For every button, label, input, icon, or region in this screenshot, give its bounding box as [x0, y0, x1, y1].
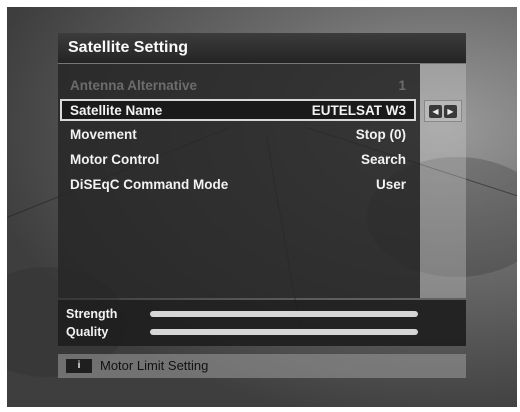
menu-row-label: DiSEqC Command Mode	[70, 177, 229, 192]
info-key-icon[interactable]: i	[66, 359, 92, 373]
signal-panel: Strength Quality	[58, 300, 466, 346]
left-right-selector[interactable]: ◀ ▶	[424, 100, 462, 122]
strength-bar	[150, 311, 418, 317]
footer-hint-bar: i Motor Limit Setting	[58, 354, 466, 378]
page-title: Satellite Setting	[68, 39, 189, 56]
menu-row-value: 1	[398, 78, 406, 93]
menu-row-value: User	[375, 177, 406, 192]
left-arrow-icon[interactable]: ◀	[429, 104, 442, 118]
strength-label: Strength	[66, 307, 118, 321]
quality-bar	[150, 329, 418, 335]
right-arrow-icon[interactable]: ▶	[444, 104, 457, 118]
menu-row-label: Motor Control	[70, 152, 160, 167]
footer-hint-label: Motor Limit Setting	[100, 358, 209, 373]
menu-row-motor-control[interactable]: Motor Control Search	[60, 148, 416, 170]
menu-row-value: EUTELSAT W3	[311, 103, 406, 118]
menu-row-diseqc-command-mode[interactable]: DiSEqC Command Mode User	[60, 173, 416, 195]
quality-label: Quality	[66, 325, 109, 339]
menu-row-value: Search	[360, 152, 406, 167]
menu-row-label: Movement	[70, 127, 137, 142]
menu-row-movement[interactable]: Movement Stop (0)	[60, 123, 416, 145]
menu-title-bar: Satellite Setting	[58, 33, 466, 64]
menu-row-label: Satellite Name	[70, 103, 163, 118]
settings-menu: Antenna Alternative 1 Satellite Name EUT…	[58, 64, 420, 298]
menu-row-label: Antenna Alternative	[70, 78, 198, 93]
menu-row-value: Stop (0)	[355, 127, 406, 142]
menu-row-antenna-alternative: Antenna Alternative 1	[60, 74, 416, 96]
menu-row-satellite-name[interactable]: Satellite Name EUTELSAT W3	[60, 99, 416, 121]
